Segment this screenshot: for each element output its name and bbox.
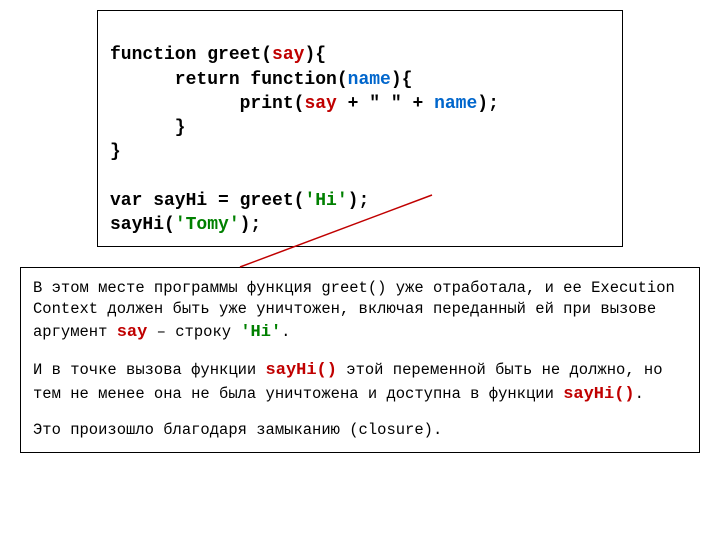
explanation-para: И в точке вызова функции sayHi() этой пе… (33, 359, 687, 407)
var-name: name (434, 94, 477, 114)
code-block: function greet(say){ return function(nam… (97, 10, 623, 247)
code-line: function greet(say){ (110, 45, 326, 65)
code-line: print(say + " " + name); (110, 94, 499, 114)
code-line: sayHi('Tomy'); (110, 215, 261, 235)
var-say: say (304, 94, 336, 114)
explanation-para: В этом месте программы функция greet() у… (33, 278, 687, 345)
hl-sayhi: sayHi() (266, 361, 337, 380)
code-line: var sayHi = greet('Hi'); (110, 191, 369, 211)
hl-hi: 'Hi' (240, 323, 281, 342)
hl-sayhi2: sayHi() (563, 385, 634, 404)
explanation-block: В этом месте программы функция greet() у… (20, 267, 700, 453)
string-tomy: 'Tomy' (175, 215, 240, 235)
code-line: } (110, 118, 186, 138)
string-hi: 'Hi' (304, 191, 347, 211)
code-line: return function(name){ (110, 70, 412, 90)
hl-say: say (117, 323, 148, 342)
param-name: name (348, 70, 391, 90)
explanation-para: Это произошло благодаря замыканию (closu… (33, 420, 687, 442)
param-say: say (272, 45, 304, 65)
code-line: } (110, 142, 121, 162)
